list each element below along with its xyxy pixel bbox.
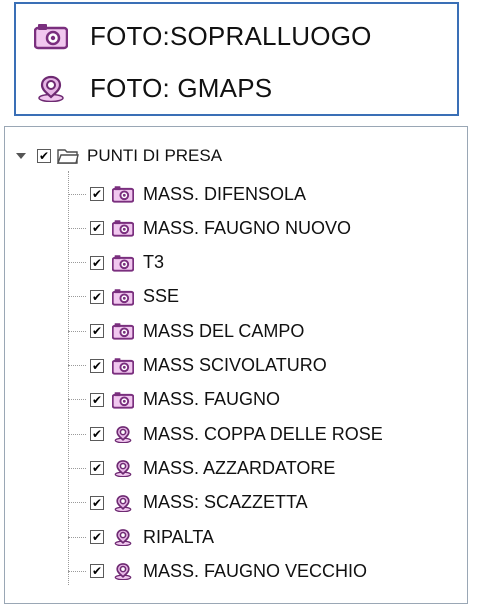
node-checkbox[interactable]: ✔: [90, 427, 104, 442]
tree-node[interactable]: ✔ MASS DEL CAMPO: [68, 316, 304, 346]
node-checkbox[interactable]: ✔: [90, 289, 104, 304]
legend-item-foto-sopralluogo: FOTO:SOPRALLUOGO: [34, 14, 372, 58]
layer-tree[interactable]: ✔ PUNTI DI PRESA ✔ MASS. DIFENSOLA ✔ MASS. …: [4, 126, 468, 604]
tree-node-label: SSE: [143, 286, 180, 307]
tree-node[interactable]: ✔ MASS. FAUGNO: [68, 385, 280, 415]
tree-connector: [68, 330, 86, 332]
tree-node[interactable]: ✔ MASS. FAUGNO VECCHIO: [68, 556, 367, 586]
tree-connector: [68, 365, 86, 366]
gmaps-marker-icon: [112, 459, 134, 478]
node-checkbox[interactable]: ✔: [90, 187, 104, 201]
camera-icon: [112, 219, 134, 237]
tree-node[interactable]: ✔ T3: [68, 248, 164, 278]
node-checkbox[interactable]: ✔: [90, 495, 104, 510]
gmaps-marker-icon: [112, 494, 134, 512]
expand-triangle-icon[interactable]: [13, 148, 29, 164]
tree-node-label: MASS SCIVOLATURO: [143, 355, 327, 375]
camera-icon: [34, 21, 68, 51]
root-checkbox[interactable]: ✔: [37, 149, 51, 163]
gmaps-marker-icon: [34, 73, 68, 103]
tree-node-label: MASS. COPPA DELLE ROSE: [143, 423, 383, 444]
node-checkbox[interactable]: ✔: [90, 564, 104, 579]
tree-connector: [68, 262, 86, 264]
gmaps-marker-icon: [112, 528, 134, 546]
tree-connector: [68, 296, 86, 298]
tree-connector: [68, 467, 86, 469]
camera-icon: [112, 185, 134, 203]
camera-icon: [112, 288, 134, 306]
node-checkbox[interactable]: ✔: [90, 392, 104, 407]
node-checkbox[interactable]: ✔: [90, 461, 104, 476]
legend-item-foto-gmaps: FOTO: GMAPS: [34, 66, 272, 110]
tree-node[interactable]: ✔ MASS. DIFENSOLA: [68, 179, 306, 209]
camera-icon: [112, 254, 134, 272]
tree-node[interactable]: ✔ SSE: [68, 282, 179, 312]
tree-connector: [68, 570, 86, 572]
tree-root-punti-di-presa[interactable]: ✔ PUNTI DI PRESA: [13, 143, 222, 169]
tree-node[interactable]: ✔ MASS. FAUGNO NUOVO: [68, 213, 351, 243]
tree-connector: [68, 227, 86, 229]
legend-panel: FOTO:SOPRALLUOGO FOTO: GMAPS: [14, 2, 459, 116]
gmaps-marker-icon: [112, 425, 134, 444]
tree-node-label: MASS. DIFENSOLA: [143, 183, 307, 204]
camera-icon: [112, 357, 134, 375]
tree-node-label: RIPALTA: [143, 526, 215, 547]
gmaps-marker-icon: [112, 562, 134, 581]
tree-connector: [68, 193, 86, 195]
tree-connector: [68, 536, 86, 538]
folder-open-icon: [56, 147, 79, 165]
tree-node[interactable]: ✔ RIPALTA: [68, 522, 214, 552]
node-checkbox[interactable]: ✔: [90, 255, 104, 270]
tree-connector: [68, 502, 86, 504]
camera-icon: [112, 322, 134, 340]
node-checkbox[interactable]: ✔: [90, 530, 104, 544]
tree-root-label: PUNTI DI PRESA: [87, 146, 223, 165]
tree-connector: [68, 399, 86, 401]
tree-connector: [68, 433, 86, 435]
tree-node[interactable]: ✔ MASS. COPPA DELLE ROSE: [68, 419, 383, 449]
tree-node-label: T3: [143, 252, 165, 273]
node-checkbox[interactable]: ✔: [90, 221, 104, 236]
legend-label: FOTO:SOPRALLUOGO: [90, 20, 372, 51]
node-checkbox[interactable]: ✔: [90, 324, 104, 339]
legend-label: FOTO: GMAPS: [90, 72, 273, 103]
tree-node[interactable]: ✔ MASS: SCAZZETTA: [68, 488, 308, 518]
tree-node[interactable]: ✔ MASS SCIVOLATURO: [68, 351, 327, 381]
tree-node-label: MASS. FAUGNO VECCHIO: [143, 560, 368, 581]
tree-node-label: MASS. FAUGNO: [143, 389, 281, 410]
camera-icon: [112, 391, 134, 409]
tree-node-label: MASS. FAUGNO NUOVO: [143, 217, 352, 238]
tree-node-label: MASS. AZZARDATORE: [143, 457, 336, 478]
tree-node-label: MASS: SCAZZETTA: [143, 492, 308, 513]
tree-node[interactable]: ✔ MASS. AZZARDATORE: [68, 453, 335, 483]
node-checkbox[interactable]: ✔: [90, 358, 104, 373]
tree-node-label: MASS DEL CAMPO: [143, 320, 305, 341]
